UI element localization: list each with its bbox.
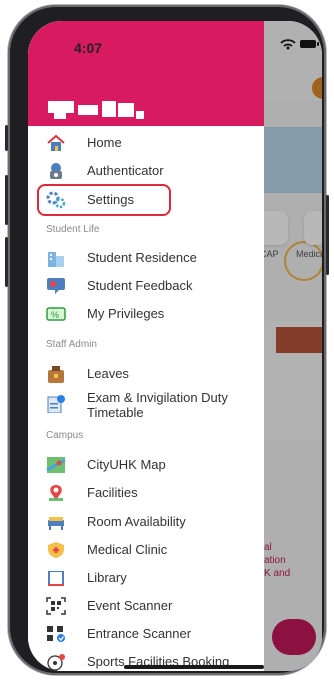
- drawer-header: 4:07: [28, 21, 264, 126]
- action-button: [5, 125, 8, 151]
- section-title-campus: Campus: [46, 430, 84, 441]
- section-title-staff-admin: Staff Admin: [46, 339, 97, 350]
- menu-item-label: Exam & Invigilation Duty: [87, 390, 228, 405]
- phone-frame: CAP Medica al ation K and 4:07: [5, 5, 329, 675]
- menu-item-student-feedback[interactable]: Student Feedback: [28, 273, 264, 299]
- menu-item-entrance-scanner[interactable]: Entrance Scanner: [28, 621, 264, 647]
- volume-up-button: [5, 175, 8, 225]
- menu-item-label: Student Feedback: [87, 278, 193, 293]
- menu-item-label: My Privileges: [87, 306, 165, 321]
- menu-item-cityuhk-map[interactable]: CityUHK Map: [28, 452, 264, 478]
- menu-item-library[interactable]: Library: [28, 565, 264, 591]
- authenticator-icon: [50, 163, 62, 179]
- menu-item-label: Medical Clinic: [87, 542, 168, 557]
- menu-item-label: Event Scanner: [87, 598, 173, 613]
- menu-item-medical-clinic[interactable]: Medical Clinic: [28, 537, 264, 563]
- svg-text:%: %: [51, 310, 59, 320]
- menu-item-room-availability[interactable]: Room Availability: [28, 509, 264, 535]
- settings-highlight-outline: [37, 184, 171, 216]
- menu-item-label: Library: [87, 570, 127, 585]
- qr-scan-icon: [46, 597, 66, 615]
- menu-item-student-residence[interactable]: Student Residence: [28, 245, 264, 271]
- menu-item-label: Room Availability: [87, 514, 186, 529]
- section-title-student-life: Student Life: [46, 224, 100, 235]
- volume-down-button: [5, 237, 8, 287]
- status-time: 4:07: [74, 40, 103, 56]
- sports-icon: [47, 654, 65, 671]
- residence-icon: [48, 252, 64, 267]
- menu-item-my-privileges[interactable]: % My Privileges: [28, 301, 264, 327]
- entrance-scan-icon: [47, 626, 65, 642]
- menu-item-authenticator[interactable]: Authenticator: [28, 158, 264, 184]
- menu-item-label: CityUHK Map: [87, 457, 166, 472]
- menu-item-label: Entrance Scanner: [87, 626, 192, 641]
- menu-item-facilities[interactable]: Facilities: [28, 480, 264, 506]
- menu-item-label: Leaves: [87, 366, 129, 381]
- menu-item-leaves[interactable]: Leaves: [28, 361, 264, 387]
- map-icon: [46, 457, 66, 473]
- menu-item-exam-timetable[interactable]: Exam & Invigilation Duty Timetable: [28, 388, 264, 428]
- menu-item-label: Facilities: [87, 485, 138, 500]
- room-icon: [48, 517, 64, 530]
- menu-item-label-line2: Timetable: [87, 405, 144, 420]
- menu-item-label: Authenticator: [87, 163, 164, 178]
- home-indicator[interactable]: [124, 665, 264, 669]
- wifi-battery-icon: [280, 39, 319, 50]
- menu-item-label: Home: [87, 135, 122, 150]
- leaves-icon: [48, 366, 64, 383]
- menu-item-home[interactable]: Home: [28, 130, 264, 156]
- library-icon: [48, 571, 64, 586]
- screen: CAP Medica al ation K and 4:07: [28, 21, 322, 671]
- navigation-drawer: 4:07 Home Authenticator Settings Student…: [28, 21, 264, 671]
- facilities-icon: [49, 485, 63, 501]
- status-icons: [280, 37, 320, 54]
- menu-item-label: Student Residence: [87, 250, 197, 265]
- medical-icon: [48, 542, 64, 558]
- exam-icon: [47, 395, 65, 413]
- feedback-icon: [47, 278, 65, 294]
- home-icon: [47, 134, 65, 151]
- privileges-icon: %: [46, 307, 66, 321]
- power-button: [326, 195, 329, 275]
- user-name-pixelated: [48, 101, 144, 119]
- menu-item-event-scanner[interactable]: Event Scanner: [28, 593, 264, 619]
